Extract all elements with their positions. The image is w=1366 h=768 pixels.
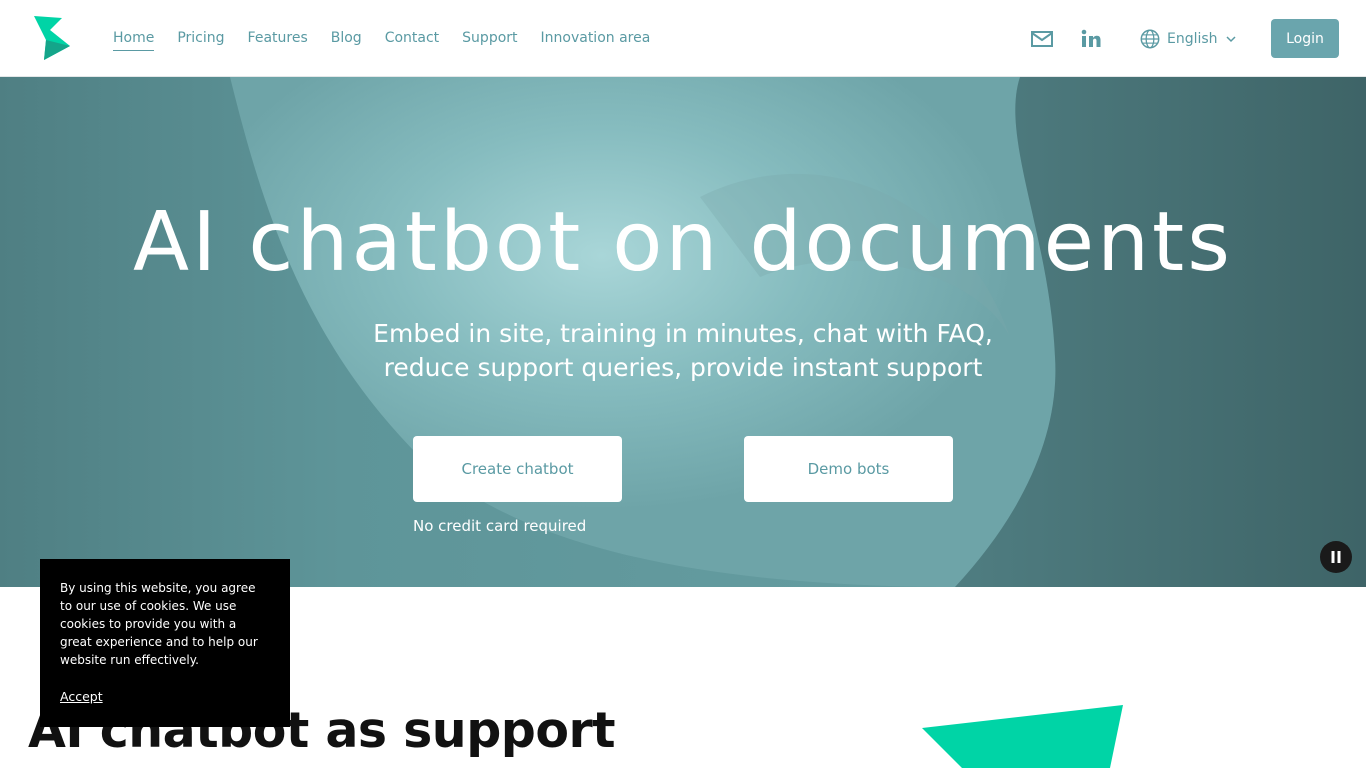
main-nav: Home Pricing Features Blog Contact Suppo… [113, 28, 673, 51]
login-button[interactable]: Login [1271, 19, 1339, 58]
hero-section: AI chatbot on documents Embed in site, t… [0, 77, 1366, 587]
no-credit-card-note: No credit card required [413, 517, 587, 535]
site-header: Home Pricing Features Blog Contact Suppo… [0, 0, 1366, 77]
hero-subtitle: Embed in site, training in minutes, chat… [0, 317, 1366, 385]
mail-icon[interactable] [1030, 27, 1054, 51]
cookie-banner: By using this website, you agree to our … [40, 559, 290, 727]
cookie-accept-button[interactable]: Accept [60, 689, 103, 704]
pause-icon [1331, 551, 1341, 563]
linkedin-icon[interactable] [1079, 27, 1103, 51]
cookie-text: By using this website, you agree to our … [60, 581, 258, 667]
decorative-shape [922, 705, 1123, 768]
nav-innovation-area[interactable]: Innovation area [541, 28, 651, 50]
language-label: English [1167, 31, 1218, 47]
hero-subtitle-line-2: reduce support queries, provide instant … [383, 353, 983, 382]
nav-features[interactable]: Features [248, 28, 308, 50]
demo-bots-button[interactable]: Demo bots [744, 436, 953, 502]
nav-pricing[interactable]: Pricing [177, 28, 224, 50]
hero-title: AI chatbot on documents [133, 195, 1233, 290]
nav-blog[interactable]: Blog [331, 28, 362, 50]
nav-support[interactable]: Support [462, 28, 517, 50]
create-chatbot-button[interactable]: Create chatbot [413, 436, 622, 502]
chevron-down-icon [1226, 36, 1236, 43]
logo-icon[interactable] [32, 16, 72, 62]
hero-subtitle-line-1: Embed in site, training in minutes, chat… [373, 319, 993, 348]
pause-button[interactable] [1320, 541, 1352, 573]
globe-icon [1140, 29, 1160, 49]
nav-contact[interactable]: Contact [385, 28, 439, 50]
language-selector[interactable]: English [1139, 27, 1238, 51]
nav-home[interactable]: Home [113, 28, 155, 51]
